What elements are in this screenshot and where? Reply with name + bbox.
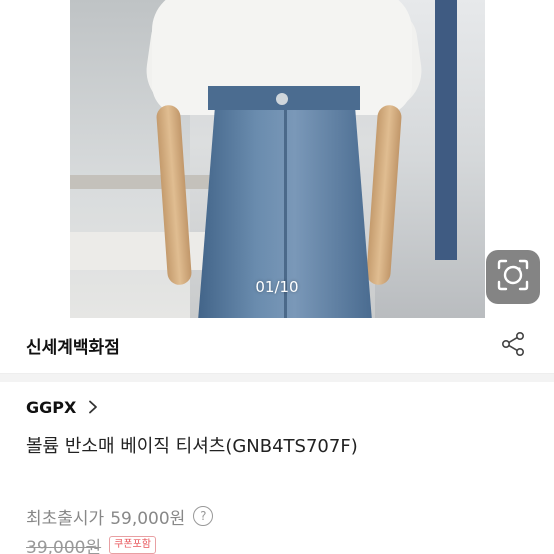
share-icon: [500, 331, 526, 361]
image-search-button[interactable]: [486, 250, 540, 304]
strikethrough-price: 39,000원: [26, 537, 102, 554]
photo-clothing-rack: [435, 0, 457, 260]
skirt-button: [276, 93, 288, 105]
coupon-badge: 쿠폰포함: [109, 536, 156, 554]
store-row[interactable]: 신세계백화점: [0, 318, 554, 374]
image-counter: 01/10: [255, 278, 299, 296]
photo-shelf: [70, 175, 210, 189]
store-name[interactable]: 신세계백화점: [26, 333, 498, 358]
product-image-gallery[interactable]: 01/10: [0, 0, 554, 318]
original-price-row: 최초출시가 59,000원 ?: [26, 503, 214, 529]
product-photo[interactable]: [70, 0, 485, 318]
product-title: 볼륨 반소매 베이직 티셔츠(GNB4TS707F): [26, 436, 358, 457]
brand-link[interactable]: GGPX: [26, 394, 100, 420]
question-circle-icon[interactable]: ?: [193, 506, 214, 526]
camera-lens-icon: [496, 258, 530, 296]
share-button[interactable]: [498, 331, 528, 361]
brand-name: GGPX: [26, 397, 77, 417]
chevron-right-icon: [88, 400, 100, 414]
price-label: 최초출시가: [26, 508, 105, 529]
section-divider: [0, 374, 554, 382]
sale-price-row: 39,000원 쿠폰포함: [26, 532, 156, 554]
original-price: 59,000원: [110, 508, 186, 529]
